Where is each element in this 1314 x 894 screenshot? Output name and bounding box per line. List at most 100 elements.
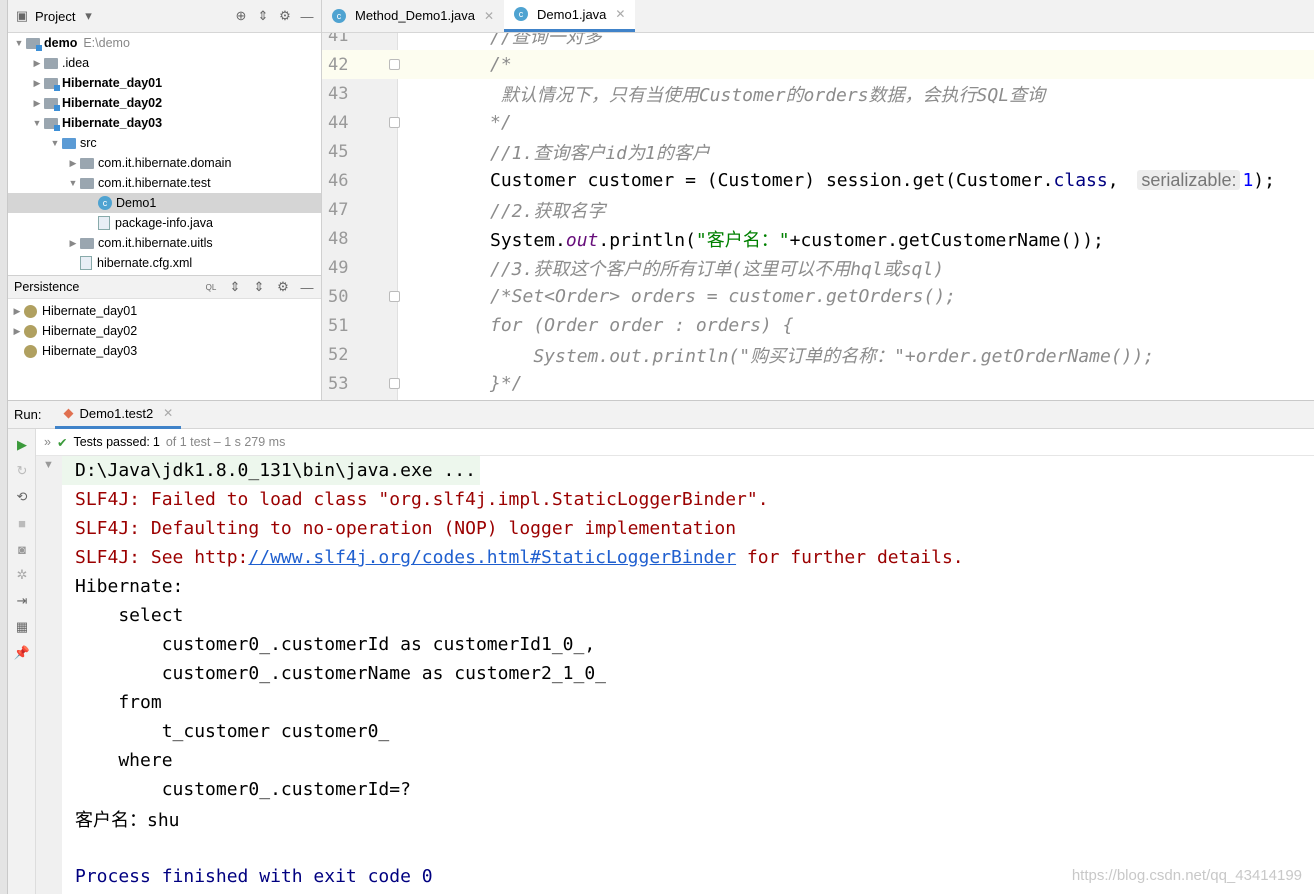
fold-marker-icon[interactable] (389, 59, 400, 70)
collapse-all-icon[interactable]: ⇕ (255, 8, 271, 24)
expand-arrow-icon[interactable]: ▶ (66, 238, 80, 249)
console-text: for further details. (736, 547, 964, 568)
code-editor[interactable]: 41 //查询一对多 42 /* 43 默认情况下，只有当使用Customer的orde… (322, 33, 1314, 400)
left-tool-strip[interactable] (0, 0, 8, 894)
code-line[interactable]: 48 System.out.println("客户名："+customer.get… (322, 224, 1314, 253)
tab-demo1[interactable]: c Demo1.java ✕ (504, 0, 636, 32)
folder-icon (44, 57, 58, 69)
minimize-icon[interactable]: — (299, 279, 315, 295)
tree-item-label: hibernate.cfg.xml (97, 256, 193, 270)
code-line[interactable]: 41 //查询一对多 (322, 33, 1314, 50)
expand-icon[interactable]: » (44, 435, 51, 449)
project-tree: ▼ demo E:\demo ▶ .idea ▶ Hibernate_day01 ▶ Hiber… (8, 33, 321, 273)
expand-icon[interactable]: ⇕ (227, 279, 243, 295)
tree-item[interactable]: ▶ Hibernate_day01 (8, 73, 321, 93)
code-line[interactable]: 46 Customer customer = (Customer) session… (322, 166, 1314, 195)
export-icon[interactable]: ⇥ (14, 593, 30, 609)
camera-icon[interactable]: ◙ (14, 541, 30, 557)
fold-marker-icon[interactable] (389, 117, 400, 128)
code-line[interactable]: 49 //3.获取这个客户的所有订单(这里可以不用hql或sql) (322, 253, 1314, 282)
expand-arrow-icon[interactable]: ▶ (10, 326, 24, 337)
persistence-item[interactable]: Hibernate_day03 (8, 341, 321, 361)
run-panel: Run: ◆ Demo1.test2 ✕ ▶ ↻ ⟲ ■ ◙ ✲ ⇥ ▦ 📌 » ✔… (8, 400, 1314, 894)
minimize-icon[interactable]: — (299, 8, 315, 24)
fold-marker-icon[interactable] (389, 378, 400, 389)
tree-item[interactable]: ▼ demo E:\demo (8, 33, 321, 53)
watermark: https://blog.csdn.net/qq_43414199 (1071, 867, 1302, 884)
rerun-icon[interactable]: ▶ (14, 437, 30, 453)
code-line[interactable]: 51 for (Order order : orders) { (322, 311, 1314, 340)
tree-item[interactable]: ▼ src (8, 133, 321, 153)
chevron-down-icon[interactable]: ▾ (80, 8, 96, 24)
close-icon[interactable]: ✕ (484, 9, 494, 23)
persistence-item[interactable]: ▶ Hibernate_day02 (8, 321, 321, 341)
code-token: "客户名：" (695, 229, 790, 251)
tree-item[interactable]: hibernate.cfg.xml (8, 253, 321, 273)
expand-arrow-icon[interactable]: ▼ (66, 178, 80, 188)
package-icon (80, 177, 94, 189)
console-link[interactable]: //www.slf4j.org/codes.html#StaticLoggerB… (248, 547, 736, 568)
toggle-auto-test-icon[interactable]: ⟲ (14, 489, 30, 505)
project-panel: ▣ Project ▾ ⊕ ⇕ ⚙ — ▼ demo E:\demo ▶ .idea ▶ Hib… (8, 0, 322, 400)
tree-item[interactable]: ▼ com.it.hibernate.test (8, 173, 321, 193)
ql-icon[interactable]: QL (203, 279, 219, 295)
persistence-item[interactable]: ▶ Hibernate_day01 (8, 301, 321, 321)
expand-arrow-icon[interactable]: ▼ (12, 38, 26, 48)
expand-arrow-icon[interactable]: ▶ (30, 98, 44, 109)
tree-item[interactable]: package-info.java (8, 213, 321, 233)
locate-icon[interactable]: ⊕ (233, 8, 249, 24)
expand-arrow-icon[interactable]: ▶ (30, 58, 44, 69)
tree-item[interactable]: c Demo1 (8, 193, 321, 213)
expand-arrow-icon[interactable]: ▶ (10, 306, 24, 317)
fold-arrow-icon[interactable]: ▼ (43, 459, 54, 471)
code-token: System.out.println("购买订单的名称："+order.getO… (490, 345, 1155, 367)
tree-item[interactable]: ▶ com.it.hibernate.domain (8, 153, 321, 173)
editor-tabs: c Method_Demo1.java ✕ c Demo1.java ✕ (322, 0, 1314, 33)
expand-arrow-icon[interactable]: ▼ (48, 138, 62, 148)
settings-icon[interactable]: ✲ (14, 567, 30, 583)
tree-item-label: package-info.java (115, 216, 213, 230)
tree-item[interactable]: ▶ .idea (8, 53, 321, 73)
code-line[interactable]: 47 //2.获取名字 (322, 195, 1314, 224)
close-icon[interactable]: ✕ (163, 406, 173, 420)
run-tab-demo1-test2[interactable]: ◆ Demo1.test2 ✕ (55, 401, 182, 429)
console-line: customer0_.customerId=? (62, 775, 1314, 804)
tab-method-demo1[interactable]: c Method_Demo1.java ✕ (322, 0, 504, 32)
console-line: SLF4J: See http://www.slf4j.org/codes.ht… (62, 543, 1314, 572)
project-panel-title[interactable]: Project (35, 9, 75, 24)
console-text: customer0_.customerName as customer2_1_0… (75, 663, 607, 684)
code-line[interactable]: 43 默认情况下，只有当使用Customer的orders数据，会执行SQL查询 (322, 79, 1314, 108)
code-token: class (1053, 170, 1108, 191)
collapse-icon[interactable]: ⇕ (251, 279, 267, 295)
fold-marker-icon[interactable] (389, 291, 400, 302)
console-output[interactable]: D:\Java\jdk1.8.0_131\bin\java.exe ... SLF… (62, 456, 1314, 894)
code-line[interactable]: 52 System.out.println("购买订单的名称："+order.g… (322, 340, 1314, 369)
tree-item[interactable]: ▼ Hibernate_day03 (8, 113, 321, 133)
stop-icon[interactable]: ■ (14, 515, 30, 531)
expand-arrow-icon[interactable]: ▼ (30, 118, 44, 128)
gear-icon[interactable]: ⚙ (277, 8, 293, 24)
code-line[interactable]: 42 /* (322, 50, 1314, 79)
expand-arrow-icon[interactable]: ▶ (30, 78, 44, 89)
code-line[interactable]: 45 //1.查询客户id为1的客户 (322, 137, 1314, 166)
tree-item[interactable]: ▶ Hibernate_day02 (8, 93, 321, 113)
close-icon[interactable]: ✕ (615, 7, 625, 21)
pin-icon[interactable]: 📌 (14, 645, 30, 661)
console-line: customer0_.customerId as customerId1_0_, (62, 630, 1314, 659)
console-line: t_customer customer0_ (62, 717, 1314, 746)
rerun-failed-icon[interactable]: ↻ (14, 463, 30, 479)
code-text: //3.获取这个客户的所有订单(这里可以不用hql或sql) (490, 255, 944, 281)
persistence-item-label: Hibernate_day03 (42, 344, 138, 358)
tree-item-label: demo (44, 36, 78, 50)
code-line[interactable]: 53}*/ (322, 369, 1314, 398)
code-line[interactable]: 50 /*Set<Order> orders = customer.getOrde… (322, 282, 1314, 311)
tab-label: Demo1.java (537, 6, 607, 22)
code-line[interactable]: 44 */ (322, 108, 1314, 137)
gear-icon[interactable]: ⚙ (275, 279, 291, 295)
tree-item[interactable]: ▶ com.it.hibernate.uitls (8, 233, 321, 253)
layout-icon[interactable]: ▦ (14, 619, 30, 635)
expand-arrow-icon[interactable]: ▶ (66, 158, 80, 169)
parameter-hint: serializable: (1137, 170, 1241, 190)
code-text: //查询一对多 (490, 33, 602, 49)
